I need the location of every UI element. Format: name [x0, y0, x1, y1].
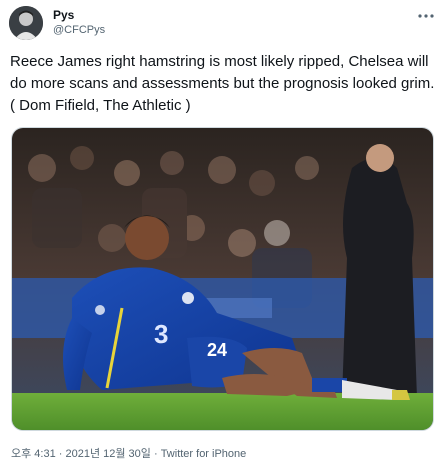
shirt-number: 24 [207, 340, 227, 360]
display-name[interactable]: Pys [53, 8, 74, 22]
tweet-source: Twitter for iPhone [160, 448, 247, 460]
user-handle[interactable]: @CFCPys [53, 24, 105, 36]
shirt-sponsor: 3 [154, 319, 168, 349]
tweet-photo[interactable]: 24 3 [11, 127, 434, 431]
tweet-timestamp[interactable]: 오후 4:31 · 2021년 12월 30일 [11, 448, 151, 460]
tweet-text: Reece James right hamstring is most like… [10, 53, 435, 114]
tweet-card: Pys @CFCPys Reece James right hamstring … [0, 0, 448, 472]
tweet-meta: 오후 4:31 · 2021년 12월 30일 · Twitter for iP… [11, 445, 246, 461]
avatar-image [9, 6, 43, 40]
photo-football-player-injured: 24 3 [12, 128, 433, 430]
avatar[interactable] [9, 6, 43, 40]
more-horizontal-icon[interactable] [418, 6, 434, 22]
meta-separator: · [150, 448, 161, 460]
